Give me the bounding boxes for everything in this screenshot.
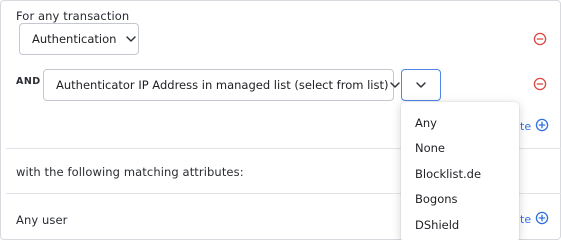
add-condition-label: te [520,120,532,133]
add-condition-link[interactable]: te [520,118,549,135]
dropdown-option-any[interactable]: Any [401,110,519,136]
attribute-select-value: Authenticator IP Address in managed list… [56,78,389,92]
and-label: AND [16,76,41,87]
plus-circle-icon [535,211,549,228]
minus-circle-icon[interactable] [533,76,547,91]
user-scope-label: Any user [16,213,68,227]
managed-list-dropdown: Any None Blocklist.de Bogons DShield [401,102,519,240]
dropdown-option-bogons[interactable]: Bogons [401,187,519,213]
add-attribute-label: te [520,213,532,226]
transaction-type-select[interactable]: Authentication [19,23,139,55]
minus-circle-icon[interactable] [533,31,547,46]
plus-circle-icon [535,118,549,135]
dropdown-option-none[interactable]: None [401,136,519,162]
chevron-down-icon [124,32,138,46]
matching-attributes-heading: with the following matching attributes: [16,165,244,179]
managed-list-select[interactable] [401,69,441,101]
transaction-heading: For any transaction [16,9,130,23]
dropdown-option-dshield[interactable]: DShield [401,212,519,238]
add-attribute-link[interactable]: te [520,211,549,228]
chevron-down-icon [414,78,428,92]
transaction-type-value: Authentication [32,32,117,46]
dropdown-option-blocklist[interactable]: Blocklist.de [401,161,519,187]
attribute-select[interactable]: Authenticator IP Address in managed list… [43,69,401,101]
